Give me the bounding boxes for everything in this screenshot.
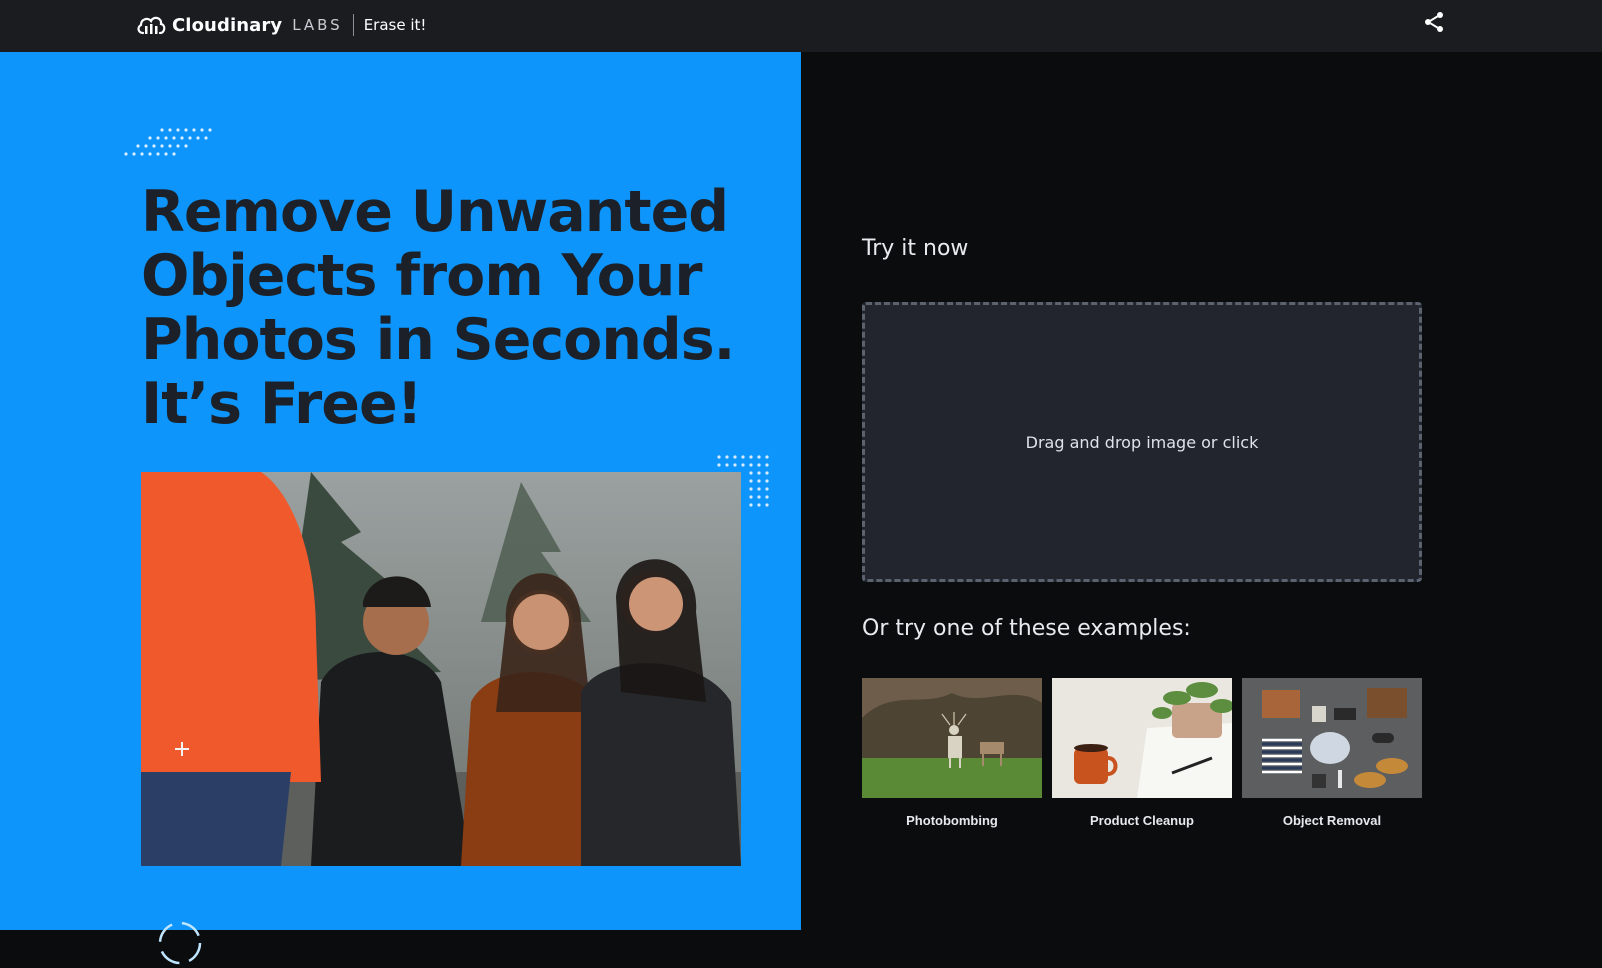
dropzone-text: Drag and drop image or click bbox=[1025, 432, 1259, 452]
brand-name: Cloudinary bbox=[172, 14, 283, 36]
brand-divider bbox=[352, 14, 354, 36]
top-bar: Cloudinary LABS Erase it! bbox=[0, 0, 1602, 52]
cloudinary-logo-icon bbox=[137, 16, 166, 35]
flat-lay-items-image bbox=[1242, 678, 1422, 798]
product-name: Erase it! bbox=[363, 16, 427, 34]
deer-on-grass-image bbox=[862, 678, 1042, 798]
share-icon[interactable] bbox=[1422, 10, 1446, 34]
examples-heading: Or try one of these examples: bbox=[862, 616, 1191, 641]
hero-title: Remove Unwanted Objects from Your Photos… bbox=[141, 179, 735, 437]
coffee-mug-and-notebook-image bbox=[1052, 678, 1232, 798]
image-dropzone[interactable]: Drag and drop image or click bbox=[862, 302, 1422, 582]
hero-panel: Remove Unwanted Objects from Your Photos… bbox=[0, 52, 801, 965]
example-object-removal[interactable]: Object Removal bbox=[1242, 678, 1422, 828]
loading-spinner-icon bbox=[158, 921, 202, 965]
brand-labs: LABS bbox=[292, 16, 343, 34]
example-label: Object Removal bbox=[1282, 813, 1382, 828]
try-it-now-heading: Try it now bbox=[862, 236, 969, 261]
examples-list: Photobombing Product Cleanup Object Remo… bbox=[862, 678, 1422, 828]
example-product-cleanup[interactable]: Product Cleanup bbox=[1052, 678, 1232, 828]
example-label: Photobombing bbox=[906, 813, 998, 828]
decorative-dots-top bbox=[124, 128, 212, 156]
demo-photo-friends[interactable] bbox=[141, 472, 741, 866]
example-label: Product Cleanup bbox=[1089, 813, 1194, 828]
brand-logo[interactable]: Cloudinary LABS Erase it! bbox=[136, 9, 426, 41]
example-photobombing[interactable]: Photobombing bbox=[862, 678, 1042, 828]
